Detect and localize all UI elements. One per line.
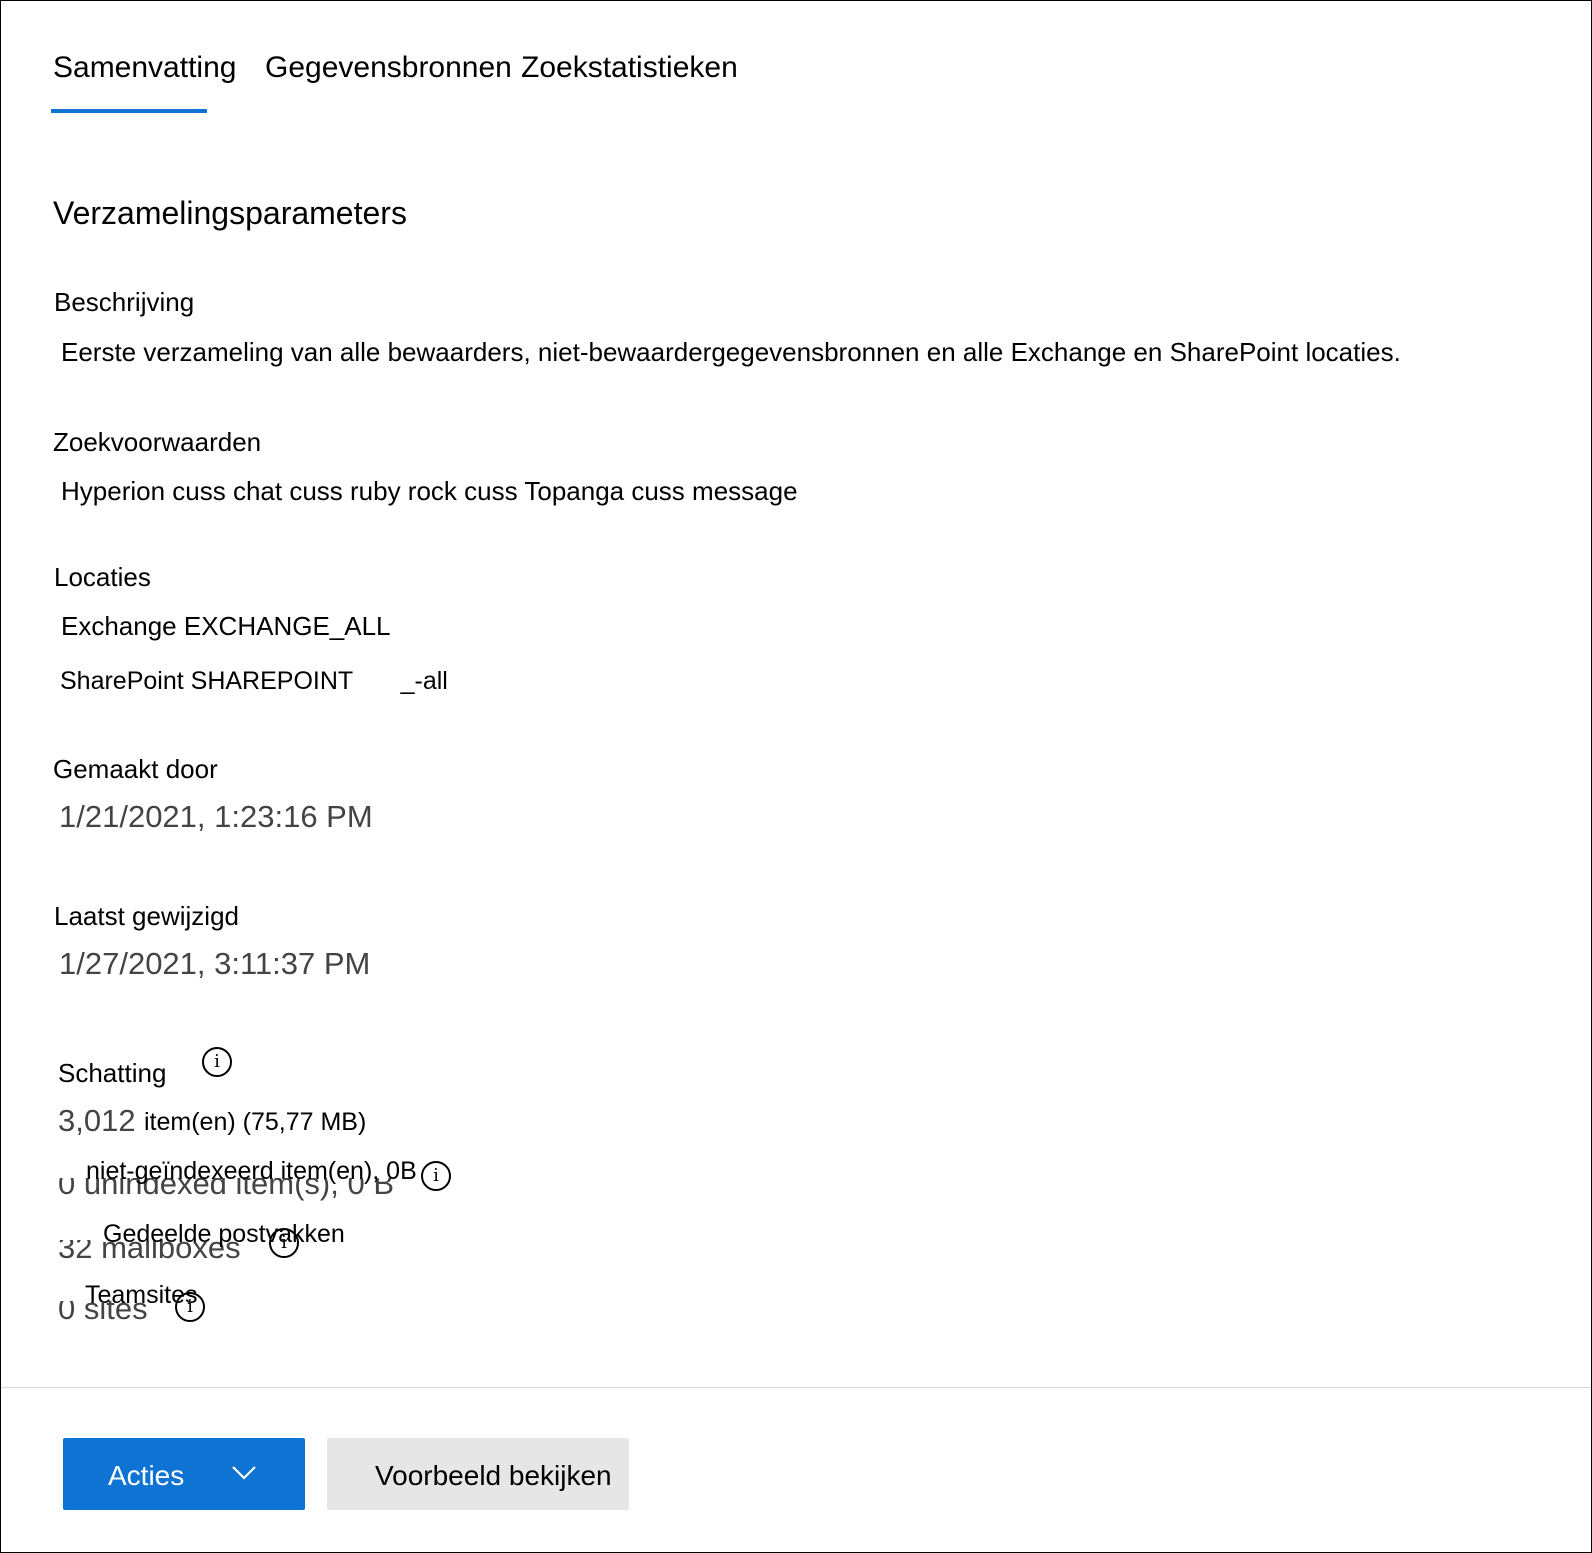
query-label: Zoekvoorwaarden bbox=[53, 427, 262, 457]
actions-button[interactable]: Acties bbox=[63, 1438, 305, 1510]
unindexed-info-icon[interactable]: i bbox=[421, 1161, 451, 1191]
estimate-info-icon[interactable]: i bbox=[202, 1047, 232, 1077]
location-exchange: Exchange EXCHANGE_ALL bbox=[61, 611, 391, 641]
estimate-items-count: 3,012 bbox=[58, 1103, 136, 1138]
tab-samenvatting[interactable]: Samenvatting bbox=[53, 51, 236, 85]
sites-info-icon[interactable]: i bbox=[175, 1292, 205, 1322]
preview-button[interactable]: Voorbeeld bekijken bbox=[327, 1438, 629, 1510]
tab-zoekstatistieken[interactable]: Zoekstatistieken bbox=[521, 51, 738, 85]
tab-gegevensbronnen[interactable]: Gegevensbronnen bbox=[265, 51, 512, 85]
chevron-down-icon bbox=[232, 1466, 256, 1480]
footer-divider bbox=[2, 1387, 1591, 1388]
modified-value: 1/27/2021, 3:11:37 PM bbox=[59, 946, 371, 981]
location-sharepoint-suffix: _-all bbox=[400, 667, 448, 695]
description-label: Beschrijving bbox=[54, 287, 195, 317]
mailboxes-text: Gedeelde postvakken bbox=[103, 1220, 345, 1248]
description-value: Eerste verzameling van alle bewaarders, … bbox=[61, 337, 1401, 367]
modified-label: Laatst gewijzigd bbox=[54, 901, 239, 931]
section-title: Verzamelingsparameters bbox=[53, 195, 407, 231]
actions-button-label: Acties bbox=[108, 1460, 185, 1491]
active-tab-indicator bbox=[51, 109, 207, 113]
location-sharepoint-prefix: SharePoint SHAREPOINT bbox=[60, 667, 353, 695]
created-value: 1/21/2021, 1:23:16 PM bbox=[59, 799, 373, 834]
preview-button-label: Voorbeeld bekijken bbox=[375, 1460, 612, 1491]
panel: Samenvatting Gegevensbronnen Zoekstatist… bbox=[0, 0, 1592, 1553]
mailboxes-info-icon[interactable]: i bbox=[269, 1228, 299, 1258]
location-sharepoint: SharePoint SHAREPOINT _-all bbox=[60, 667, 448, 696]
created-label: Gemaakt door bbox=[53, 754, 218, 784]
estimate-items-text: item(en) (75,77 MB) bbox=[144, 1108, 367, 1136]
query-value: Hyperion cuss chat cuss ruby rock cuss T… bbox=[61, 476, 798, 506]
unindexed-text: niet-geïndexeerd item(en), 0B bbox=[86, 1157, 417, 1185]
estimate-label: Schatting bbox=[58, 1058, 167, 1088]
locations-label: Locaties bbox=[54, 562, 151, 592]
